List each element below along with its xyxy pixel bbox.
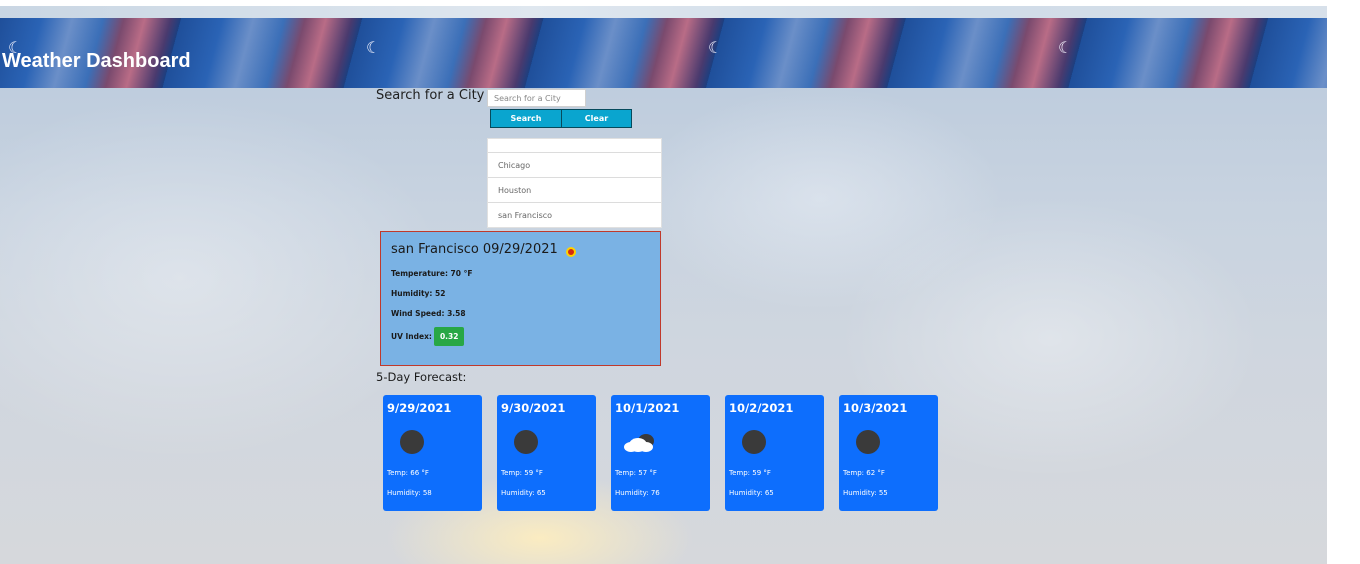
clear-button[interactable]: Clear <box>561 109 632 128</box>
current-humidity: Humidity: 52 <box>391 289 446 298</box>
page-title: Weather Dashboard <box>2 50 191 72</box>
forecast-date: 9/30/2021 <box>501 401 566 415</box>
top-strip-band <box>0 6 1327 18</box>
clear-night-icon <box>565 246 576 257</box>
moon-icon: ☾ <box>1058 38 1073 57</box>
forecast-date: 10/1/2021 <box>615 401 680 415</box>
forecast-card: 9/30/2021 Temp: 59 °F Humidity: 65 <box>497 395 596 511</box>
moon-icon <box>400 430 424 454</box>
cloud-icon <box>622 430 658 454</box>
forecast-temp: Temp: 59 °F <box>501 469 543 477</box>
forecast-date: 10/3/2021 <box>843 401 908 415</box>
uv-index-label: UV Index: <box>391 332 432 341</box>
forecast-humidity: Humidity: 65 <box>729 489 774 497</box>
uv-index-badge: 0.32 <box>433 327 465 346</box>
forecast-date: 9/29/2021 <box>387 401 452 415</box>
forecast-humidity: Humidity: 65 <box>501 489 546 497</box>
forecast-temp: Temp: 57 °F <box>615 469 657 477</box>
current-city: san Francisco <box>391 242 479 257</box>
moon-icon: ☾ <box>708 38 723 57</box>
current-date: 09/29/2021 <box>482 242 558 257</box>
moon-icon <box>856 430 880 454</box>
forecast-temp: Temp: 62 °F <box>843 469 885 477</box>
forecast-temp: Temp: 59 °F <box>729 469 771 477</box>
current-wind-speed: Wind Speed: 3.58 <box>391 309 466 318</box>
moon-icon <box>742 430 766 454</box>
search-label: Search for a City <box>376 88 485 103</box>
history-item-chicago[interactable]: Chicago <box>488 152 661 177</box>
forecast-date: 10/2/2021 <box>729 401 794 415</box>
forecast-humidity: Humidity: 76 <box>615 489 660 497</box>
moon-icon <box>514 430 538 454</box>
current-uv-row: UV Index: 0.32 <box>391 327 465 346</box>
current-weather-title: san Francisco 09/29/2021 <box>391 242 650 257</box>
forecast-heading: 5-Day Forecast: <box>376 370 467 384</box>
history-item-houston[interactable]: Houston <box>488 177 661 202</box>
moon-icon: ☾ <box>366 38 381 57</box>
forecast-humidity: Humidity: 55 <box>843 489 888 497</box>
forecast-humidity: Humidity: 58 <box>387 489 432 497</box>
history-spacer <box>488 139 661 152</box>
forecast-temp: Temp: 66 °F <box>387 469 429 477</box>
history-item-san-francisco[interactable]: san Francisco <box>488 202 661 227</box>
current-temperature: Temperature: 70 °F <box>391 269 473 278</box>
right-margin <box>1327 0 1360 564</box>
current-weather-panel: san Francisco 09/29/2021 Temperature: 70… <box>380 231 661 366</box>
forecast-card: 10/3/2021 Temp: 62 °F Humidity: 55 <box>839 395 938 511</box>
page-background: ☾ ☾ ☾ ☾ Weather Dashboard Search for a C… <box>0 18 1327 564</box>
search-button[interactable]: Search <box>490 109 562 128</box>
search-history-list: Chicago Houston san Francisco <box>487 138 662 228</box>
header-banner: ☾ ☾ ☾ ☾ Weather Dashboard <box>0 18 1327 88</box>
forecast-card: 10/1/2021 Temp: 57 °F Humidity: 76 <box>611 395 710 511</box>
search-input[interactable] <box>487 89 586 107</box>
forecast-card: 9/29/2021 Temp: 66 °F Humidity: 58 <box>383 395 482 511</box>
forecast-card: 10/2/2021 Temp: 59 °F Humidity: 65 <box>725 395 824 511</box>
